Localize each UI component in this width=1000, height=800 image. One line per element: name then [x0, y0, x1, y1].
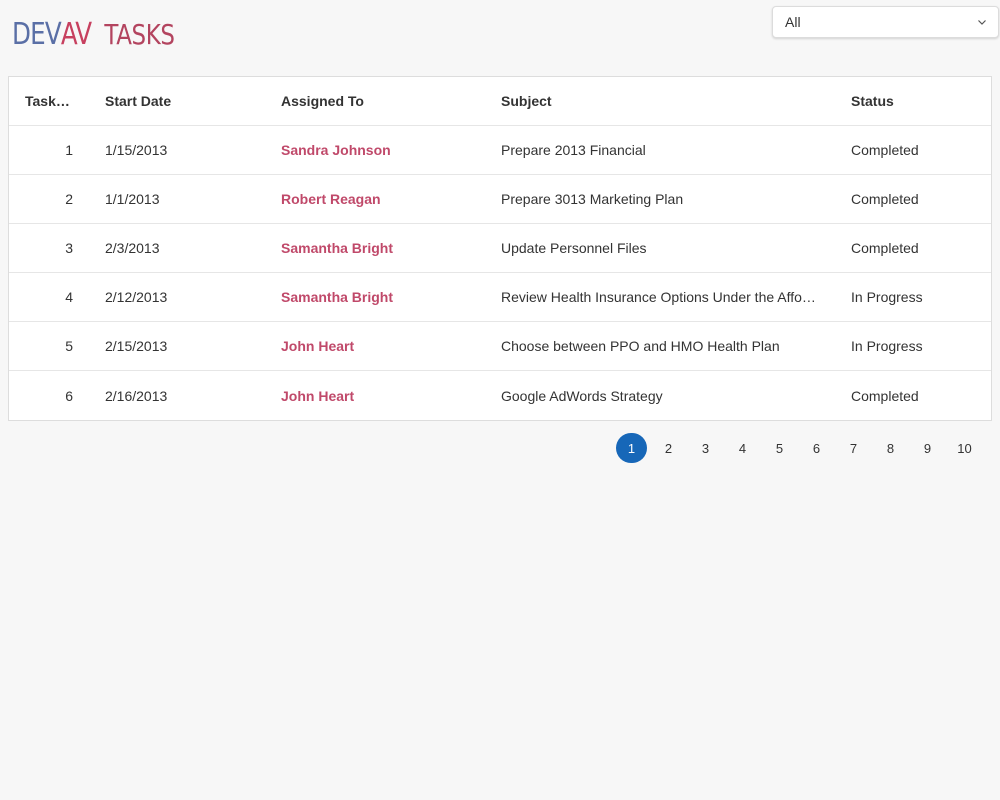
table-row[interactable]: 2 1/1/2013 Robert Reagan Prepare 3013 Ma…: [9, 175, 991, 224]
tasks-grid: Task… Start Date Assigned To Subject Sta…: [8, 76, 992, 421]
page-button-2[interactable]: 2: [653, 433, 684, 463]
page-button-8[interactable]: 8: [875, 433, 906, 463]
subject-cell: Prepare 2013 Financial: [501, 142, 646, 158]
status-cell: In Progress: [851, 338, 923, 354]
column-header-subject[interactable]: Subject: [485, 93, 835, 109]
page-button-9[interactable]: 9: [912, 433, 943, 463]
assigned-to-link[interactable]: John Heart: [265, 388, 485, 404]
assigned-to-link[interactable]: Samantha Bright: [265, 240, 485, 256]
status-cell: Completed: [851, 142, 919, 158]
status-filter-value: All: [785, 14, 801, 30]
table-row[interactable]: 4 2/12/2013 Samantha Bright Review Healt…: [9, 273, 991, 322]
subject-cell: Google AdWords Strategy: [501, 387, 663, 404]
subject-cell: Review Health Insurance Options Under th…: [501, 289, 816, 305]
status-filter-select[interactable]: All: [772, 6, 999, 38]
page-button-3[interactable]: 3: [690, 433, 721, 463]
status-cell: Completed: [851, 240, 919, 256]
start-date-cell: 1/1/2013: [105, 191, 160, 207]
start-date-cell: 2/15/2013: [105, 338, 168, 354]
task-id-cell: 6: [65, 387, 73, 404]
page-button-7[interactable]: 7: [838, 433, 869, 463]
task-id-cell: 1: [65, 142, 73, 158]
subject-cell: Choose between PPO and HMO Health Plan: [501, 338, 780, 354]
start-date-cell: 2/12/2013: [105, 289, 168, 305]
subject-cell: Update Personnel Files: [501, 240, 647, 256]
column-header-start-date[interactable]: Start Date: [89, 93, 265, 109]
page-button-1[interactable]: 1: [616, 433, 647, 463]
chevron-down-icon: [978, 20, 986, 25]
page-button-10[interactable]: 10: [949, 433, 980, 463]
column-header-status[interactable]: Status: [835, 93, 991, 109]
page-button-4[interactable]: 4: [727, 433, 758, 463]
status-cell: Completed: [851, 191, 919, 207]
column-header-assigned-to[interactable]: Assigned To: [265, 93, 485, 109]
start-date-cell: 1/15/2013: [105, 142, 168, 158]
table-row[interactable]: 6 2/16/2013 John Heart Google AdWords St…: [9, 371, 991, 420]
app-logo: DEV AV TASKS: [12, 17, 175, 52]
page-button-6[interactable]: 6: [801, 433, 832, 463]
assigned-to-link[interactable]: Robert Reagan: [265, 191, 485, 207]
column-header-task-id[interactable]: Task…: [9, 93, 89, 109]
grid-header-row: Task… Start Date Assigned To Subject Sta…: [9, 77, 991, 126]
status-cell: Completed: [851, 387, 919, 404]
table-row[interactable]: 1 1/15/2013 Sandra Johnson Prepare 2013 …: [9, 126, 991, 175]
task-id-cell: 3: [65, 240, 73, 256]
assigned-to-link[interactable]: John Heart: [265, 338, 485, 354]
subject-cell: Prepare 3013 Marketing Plan: [501, 191, 684, 207]
start-date-cell: 2/16/2013: [105, 387, 168, 404]
start-date-cell: 2/3/2013: [105, 240, 160, 256]
logo-av-text: AV: [60, 17, 92, 52]
task-id-cell: 5: [65, 338, 73, 354]
logo-dev-text: DEV: [12, 17, 62, 52]
assigned-to-link[interactable]: Sandra Johnson: [265, 142, 485, 158]
assigned-to-link[interactable]: Samantha Bright: [265, 289, 485, 305]
pagination: 1 2 3 4 5 6 7 8 9 10: [610, 433, 980, 463]
task-id-cell: 2: [65, 191, 73, 207]
page-button-5[interactable]: 5: [764, 433, 795, 463]
status-cell: In Progress: [851, 289, 923, 305]
table-row[interactable]: 3 2/3/2013 Samantha Bright Update Person…: [9, 224, 991, 273]
page-title: TASKS: [104, 18, 175, 51]
task-id-cell: 4: [65, 289, 73, 305]
table-row[interactable]: 5 2/15/2013 John Heart Choose between PP…: [9, 322, 991, 371]
